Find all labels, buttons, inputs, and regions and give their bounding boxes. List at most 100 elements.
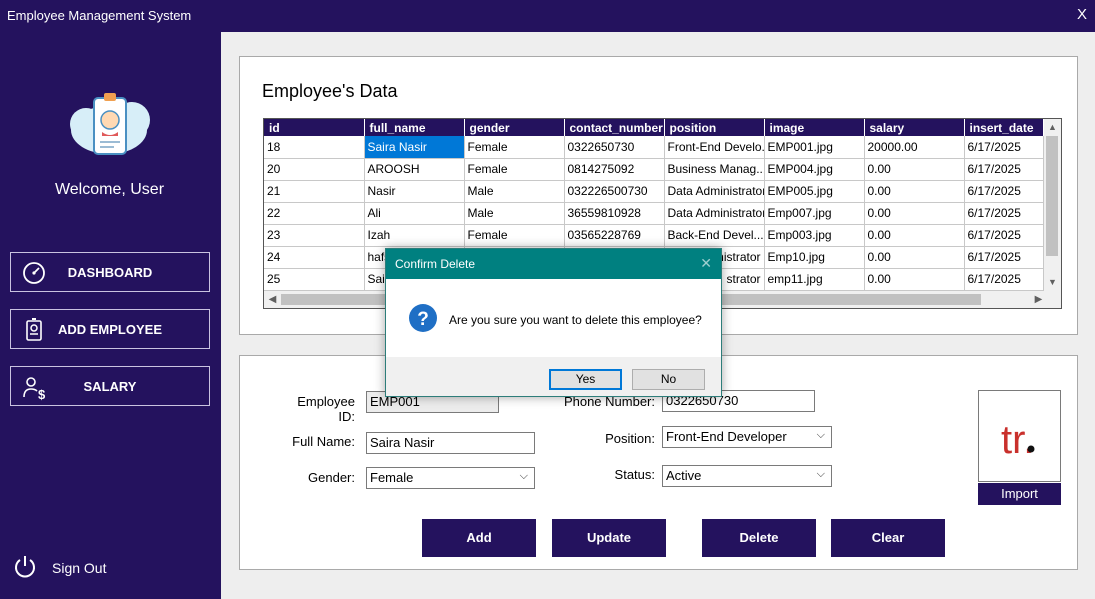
position-select[interactable]: Front-End Developer ⌵ [662, 426, 832, 448]
gender-label: Gender: [308, 470, 355, 485]
table-cell[interactable]: EMP004.jpg [764, 158, 865, 181]
update-button[interactable]: Update [552, 519, 666, 557]
clear-button[interactable]: Clear [831, 519, 945, 557]
table-cell[interactable]: Front-End Develo... [664, 136, 765, 159]
table-cell[interactable]: 0.00 [864, 224, 965, 247]
table-cell[interactable]: 6/17/2025 [964, 136, 1044, 159]
status-value: Active [666, 468, 702, 483]
table-cell[interactable]: 24 [264, 246, 365, 269]
add-button[interactable]: Add [422, 519, 536, 557]
delete-button[interactable]: Delete [702, 519, 816, 557]
table-cell[interactable]: 20 [264, 158, 365, 181]
table-cell[interactable]: 6/17/2025 [964, 180, 1044, 203]
table-cell[interactable]: 0.00 [864, 180, 965, 203]
table-cell[interactable]: emp11.jpg [764, 268, 865, 291]
table-cell[interactable]: AROOSH [364, 158, 465, 181]
window-title: Employee Management System [7, 8, 192, 23]
table-cell[interactable]: 6/17/2025 [964, 268, 1044, 291]
table-cell[interactable]: 20000.00 [864, 136, 965, 159]
table-cell[interactable]: 0.00 [864, 202, 965, 225]
scroll-up-icon[interactable]: ▲ [1044, 119, 1061, 136]
dashboard-button[interactable]: DASHBOARD [10, 252, 210, 292]
table-cell[interactable]: EMP005.jpg [764, 180, 865, 203]
chevron-down-icon: ⌵ [816, 468, 825, 480]
table-cell[interactable]: 25 [264, 268, 365, 291]
scrollbar-thumb[interactable] [1046, 136, 1058, 256]
table-cell[interactable]: Ali [364, 202, 465, 225]
table-cell[interactable]: Emp003.jpg [764, 224, 865, 247]
table-cell[interactable]: 6/17/2025 [964, 158, 1044, 181]
scroll-left-icon[interactable]: ◀ [264, 291, 281, 308]
full-name-field[interactable]: Saira Nasir [366, 432, 535, 454]
table-cell[interactable]: Emp007.jpg [764, 202, 865, 225]
column-header[interactable]: position [664, 119, 765, 136]
table-cell[interactable]: Data Administrator [664, 180, 765, 203]
sign-out-button[interactable]: Sign Out [10, 551, 130, 581]
table-cell[interactable]: 0.00 [864, 158, 965, 181]
column-header[interactable]: contact_number [564, 119, 665, 136]
table-cell[interactable]: Data Administrator [664, 202, 765, 225]
position-value: Front-End Developer [666, 429, 787, 444]
table-cell[interactable]: 6/17/2025 [964, 246, 1044, 269]
table-cell[interactable]: 0.00 [864, 246, 965, 269]
table-cell[interactable]: 23 [264, 224, 365, 247]
import-button[interactable]: Import [978, 483, 1061, 505]
dialog-title-bar: Confirm Delete ✕ [386, 249, 721, 279]
column-header[interactable]: gender [464, 119, 565, 136]
table-cell[interactable]: 03565228769 [564, 224, 665, 247]
no-button[interactable]: No [632, 369, 705, 390]
table-cell[interactable]: 032226500730 [564, 180, 665, 203]
close-button[interactable]: X [1077, 6, 1087, 23]
table-cell[interactable]: Female [464, 224, 565, 247]
vertical-scrollbar[interactable]: ▲ ▼ [1044, 119, 1061, 291]
table-cell[interactable]: 6/17/2025 [964, 202, 1044, 225]
sign-out-label: Sign Out [52, 560, 107, 576]
table-cell-selected[interactable]: Saira Nasir [364, 136, 465, 159]
column-header[interactable]: salary [864, 119, 965, 136]
confirm-delete-dialog: Confirm Delete ✕ ? Are you sure you want… [385, 248, 722, 397]
table-row[interactable]: 21 Nasir Male 032226500730 Data Administ… [264, 180, 1044, 203]
table-row[interactable]: 20 AROOSH Female 0814275092 Business Man… [264, 158, 1044, 181]
column-header[interactable]: insert_date [964, 119, 1044, 136]
scroll-right-icon[interactable]: ▶ [1030, 291, 1047, 308]
employee-image-preview: tr. [978, 390, 1061, 482]
table-cell[interactable]: Back-End Devel... [664, 224, 765, 247]
table-cell[interactable]: 0814275092 [564, 158, 665, 181]
close-icon[interactable]: ✕ [700, 255, 712, 272]
table-cell[interactable]: Female [464, 158, 565, 181]
table-cell[interactable]: EMP001.jpg [764, 136, 865, 159]
yes-button[interactable]: Yes [549, 369, 622, 390]
table-cell[interactable]: Female [464, 136, 565, 159]
table-cell[interactable]: 6/17/2025 [964, 224, 1044, 247]
table-row[interactable]: 23 Izah Female 03565228769 Back-End Deve… [264, 224, 1044, 247]
table-cell[interactable]: Izah [364, 224, 465, 247]
table-cell[interactable]: 0322650730 [564, 136, 665, 159]
table-cell[interactable]: Emp10.jpg [764, 246, 865, 269]
status-select[interactable]: Active ⌵ [662, 465, 832, 487]
table-cell[interactable]: 18 [264, 136, 365, 159]
add-employee-button[interactable]: ADD EMPLOYEE [10, 309, 210, 349]
table-cell[interactable]: 0.00 [864, 268, 965, 291]
table-cell[interactable]: Male [464, 202, 565, 225]
table-cell[interactable]: Business Manag... [664, 158, 765, 181]
table-row[interactable]: 22 Ali Male 36559810928 Data Administrat… [264, 202, 1044, 225]
column-header[interactable]: image [764, 119, 865, 136]
table-row[interactable]: 18 Saira Nasir Female 0322650730 Front-E… [264, 136, 1044, 159]
column-header[interactable]: id [264, 119, 365, 136]
welcome-text: Welcome, User [54, 181, 165, 198]
table-cell[interactable]: 36559810928 [564, 202, 665, 225]
table-cell[interactable]: 22 [264, 202, 365, 225]
gender-value: Female [370, 470, 414, 485]
salary-label: SALARY [83, 379, 137, 394]
svg-text:?: ? [417, 309, 429, 330]
gender-select[interactable]: Female ⌵ [366, 467, 535, 489]
table-cell[interactable]: 21 [264, 180, 365, 203]
chevron-down-icon: ⌵ [519, 470, 528, 482]
data-panel-title: Employee's Data [262, 81, 398, 101]
column-header[interactable]: full_name [364, 119, 465, 136]
add-employee-label: ADD EMPLOYEE [57, 322, 162, 337]
salary-button[interactable]: $ SALARY [10, 366, 210, 406]
table-cell[interactable]: Male [464, 180, 565, 203]
scroll-down-icon[interactable]: ▼ [1044, 274, 1061, 291]
table-cell[interactable]: Nasir [364, 180, 465, 203]
